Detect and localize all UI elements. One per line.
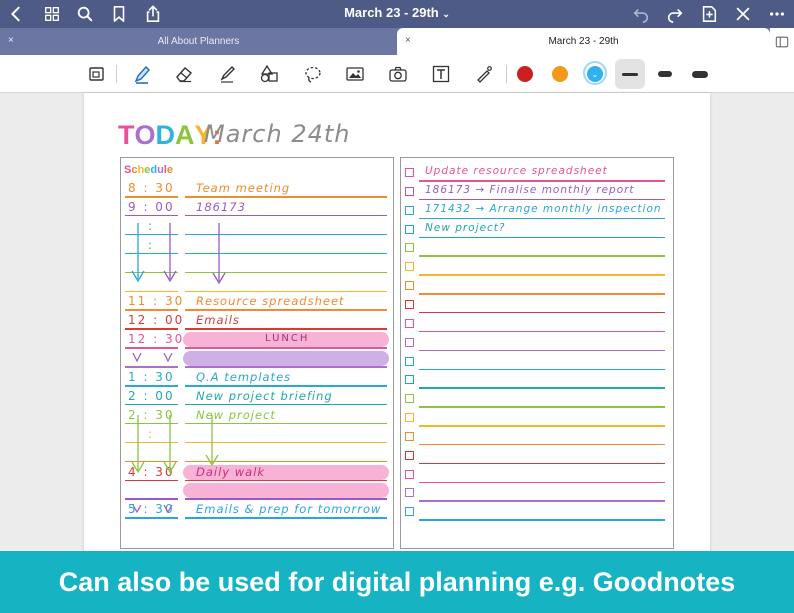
todo-checkbox[interactable] — [405, 281, 414, 291]
stroke-medium-option[interactable] — [658, 71, 672, 77]
todo-rule — [419, 311, 665, 314]
todo-rule — [419, 217, 665, 220]
today-letter: T — [118, 120, 135, 150]
color-blue-swatch[interactable]: ⌄ — [587, 66, 603, 82]
todo-text[interactable]: Update resource spreadsheet — [425, 165, 608, 177]
task-rule — [185, 196, 387, 198]
todo-rule — [419, 406, 665, 408]
schedule-task[interactable]: 186173 — [196, 200, 246, 214]
schedule-task[interactable]: Emails & prep for tomorrow — [196, 502, 381, 516]
todo-rule — [419, 293, 665, 295]
todo-rule — [419, 443, 665, 446]
todo-text[interactable]: New project? — [425, 222, 506, 234]
schedule-time[interactable]: 9 : 00 — [128, 200, 175, 214]
stroke-thick-option[interactable] — [692, 71, 708, 78]
todo-checkbox[interactable] — [405, 450, 414, 460]
promo-banner: Can also be used for digital planning e.… — [0, 551, 794, 613]
todo-rule — [419, 425, 665, 427]
todo-rule — [419, 519, 665, 521]
todo-checkbox[interactable] — [405, 299, 414, 309]
todo-checkbox[interactable] — [405, 186, 414, 196]
todo-checkbox[interactable] — [405, 394, 414, 404]
task-rule — [185, 498, 387, 500]
task-rule — [185, 517, 387, 519]
time-rule — [125, 498, 178, 500]
tab-label: All About Planners — [157, 36, 240, 47]
more-icon[interactable] — [765, 2, 789, 26]
todo-rule — [419, 255, 665, 257]
todo-checkbox[interactable] — [405, 205, 414, 215]
tab-all-about-planners[interactable]: × All About Planners — [0, 28, 397, 55]
todo-checkbox[interactable] — [405, 318, 414, 328]
time-rule — [125, 517, 178, 519]
top-navigation-bar: March 23 - 29th ⌄ — [0, 0, 794, 28]
highlighter-icon[interactable] — [213, 61, 241, 87]
todo-rule — [419, 349, 665, 352]
time-rule — [125, 196, 178, 198]
zoom-window-icon[interactable] — [83, 61, 111, 87]
todo-rule — [419, 368, 665, 370]
add-page-icon[interactable] — [697, 2, 721, 26]
color-orange-swatch[interactable] — [552, 66, 568, 82]
todo-checkbox[interactable] — [405, 337, 414, 347]
drawing-toolbar: ⌄ — [0, 55, 794, 93]
color-red-swatch[interactable] — [517, 66, 533, 82]
todo-rule — [419, 387, 665, 389]
todo-text[interactable]: 186173 → Finalise monthly report — [425, 184, 635, 196]
todo-panel[interactable] — [400, 157, 674, 549]
handwritten-date: March 24th — [204, 120, 351, 148]
today-letter: O — [134, 120, 156, 150]
todo-rule — [419, 274, 665, 276]
laser-pointer-icon[interactable] — [470, 61, 498, 87]
stroke-thin-option[interactable] — [622, 73, 638, 76]
tab-label: March 23 - 29th — [548, 36, 619, 47]
todo-rule — [419, 330, 665, 333]
today-letter: D — [155, 120, 176, 150]
close-icon[interactable] — [731, 2, 755, 26]
app-window: March 23 - 29th ⌄ × All About Planners ×… — [0, 0, 794, 613]
schedule-task[interactable]: Team meeting — [196, 181, 290, 195]
schedule-time[interactable]: 8 : 30 — [128, 181, 175, 195]
eraser-icon[interactable] — [170, 61, 198, 87]
todo-rule — [419, 462, 665, 465]
todo-rule — [419, 198, 665, 201]
today-letter: A — [175, 120, 195, 150]
image-icon[interactable] — [341, 61, 369, 87]
handdrawn-arrows — [131, 223, 226, 514]
toolbar-divider — [116, 65, 117, 83]
todo-checkbox[interactable] — [405, 413, 414, 423]
tab-march-23-29[interactable]: × March 23 - 29th — [397, 28, 770, 55]
lasso-icon[interactable] — [299, 61, 327, 87]
todo-checkbox[interactable] — [405, 375, 414, 385]
schedule-label: Schedule — [124, 164, 173, 176]
schedule-task[interactable]: LUNCH — [265, 333, 309, 344]
todo-checkbox[interactable] — [405, 488, 414, 498]
sidebar-toggle-icon[interactable] — [770, 28, 794, 55]
todo-checkbox[interactable] — [405, 224, 414, 234]
todo-checkbox[interactable] — [405, 356, 414, 366]
todo-checkbox[interactable] — [405, 469, 414, 479]
undo-icon[interactable] — [629, 2, 653, 26]
shapes-icon[interactable] — [255, 61, 283, 87]
camera-icon[interactable] — [384, 61, 412, 87]
todo-rule — [419, 236, 665, 239]
todo-text[interactable]: 171432 → Arrange monthly inspection — [425, 203, 662, 215]
pen-icon[interactable] — [128, 61, 156, 87]
toolbar-divider — [506, 65, 507, 83]
todo-checkbox[interactable] — [405, 168, 414, 177]
todo-rule — [419, 481, 665, 484]
todo-rule — [419, 180, 665, 182]
redo-icon[interactable] — [663, 2, 687, 26]
text-icon[interactable] — [427, 61, 455, 87]
todo-checkbox[interactable] — [405, 431, 414, 441]
todo-rule — [419, 500, 665, 502]
todo-checkbox[interactable] — [405, 507, 414, 517]
todo-checkbox[interactable] — [405, 243, 414, 253]
todo-checkbox[interactable] — [405, 262, 414, 272]
